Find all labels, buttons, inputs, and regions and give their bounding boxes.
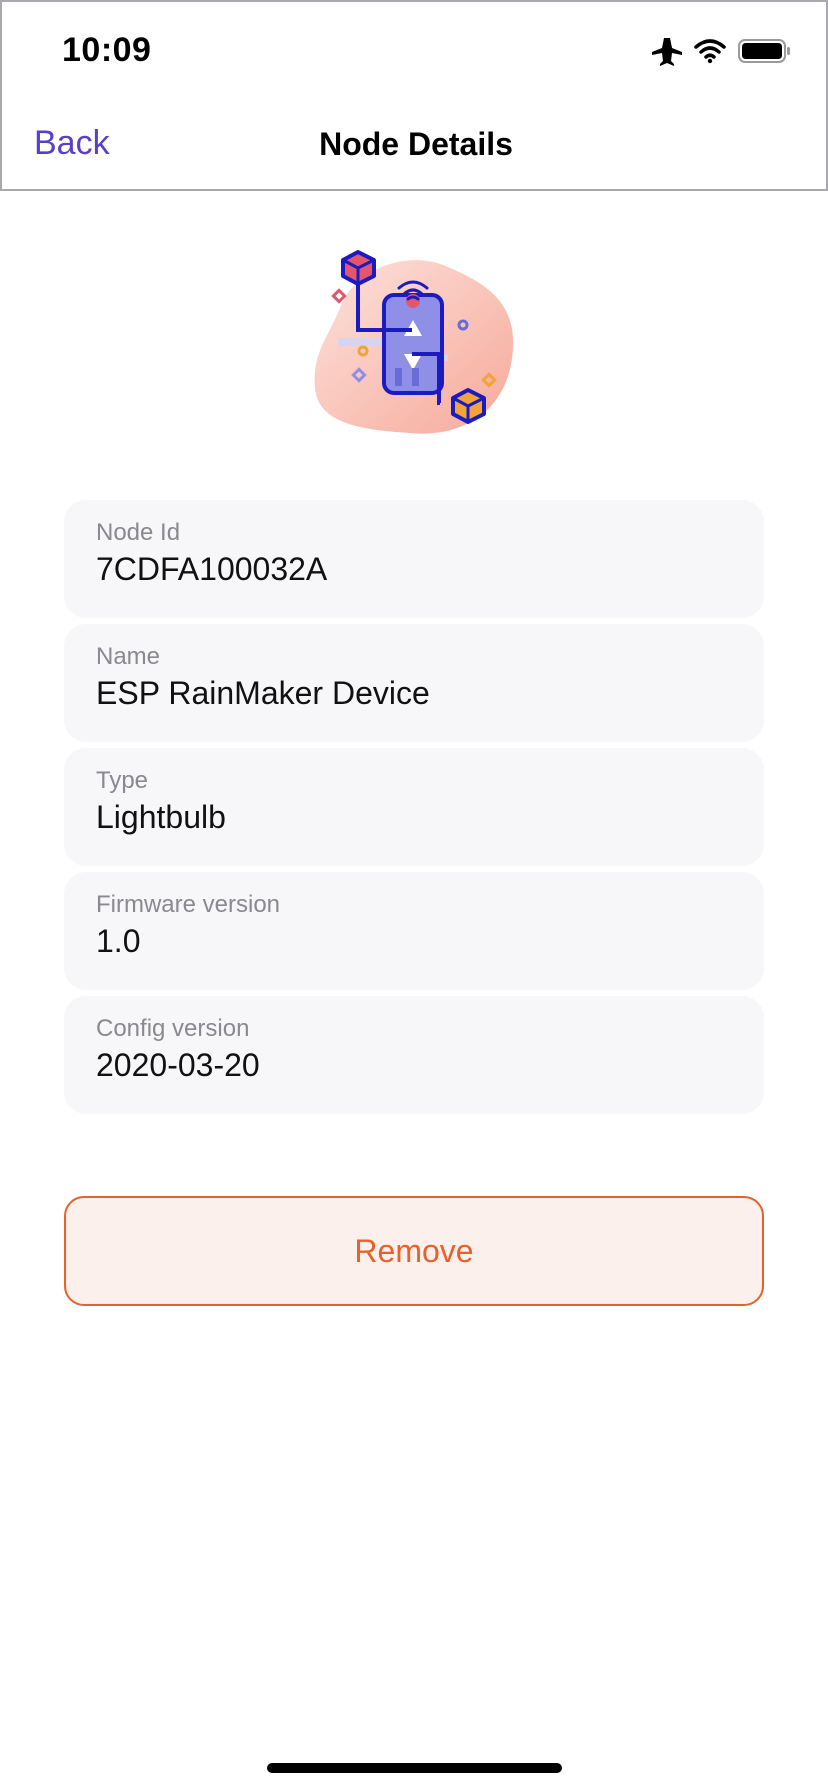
status-time: 10:09 [62, 31, 152, 69]
home-indicator[interactable] [267, 1763, 562, 1773]
detail-value: 2020-03-20 [96, 1047, 260, 1083]
remove-button[interactable]: Remove [64, 1196, 764, 1306]
detail-card-type: Type Lightbulb [64, 748, 764, 866]
detail-label: Name [96, 643, 161, 670]
wifi-icon [694, 38, 726, 64]
navigation-header: 10:09 Back Node Details [0, 0, 828, 191]
detail-label: Firmware version [96, 891, 281, 918]
node-details-list: Node Id 7CDFA100032A Name ESP RainMaker … [64, 500, 764, 1120]
detail-label: Config version [96, 1015, 250, 1042]
detail-value: 1.0 [96, 923, 141, 959]
detail-label: Type [96, 767, 149, 794]
airplane-icon [650, 36, 684, 66]
detail-card-node-id: Node Id 7CDFA100032A [64, 500, 764, 618]
status-icons [650, 36, 792, 66]
battery-icon [738, 38, 792, 64]
page-title: Node Details [319, 126, 513, 162]
detail-value: Lightbulb [96, 799, 226, 835]
detail-card-firmware-version: Firmware version 1.0 [64, 872, 764, 990]
node-illustration [300, 248, 530, 444]
detail-label: Node Id [96, 519, 181, 546]
detail-card-config-version: Config version 2020-03-20 [64, 996, 764, 1114]
detail-card-name: Name ESP RainMaker Device [64, 624, 764, 742]
detail-value: ESP RainMaker Device [96, 675, 430, 711]
detail-value: 7CDFA100032A [96, 551, 328, 587]
